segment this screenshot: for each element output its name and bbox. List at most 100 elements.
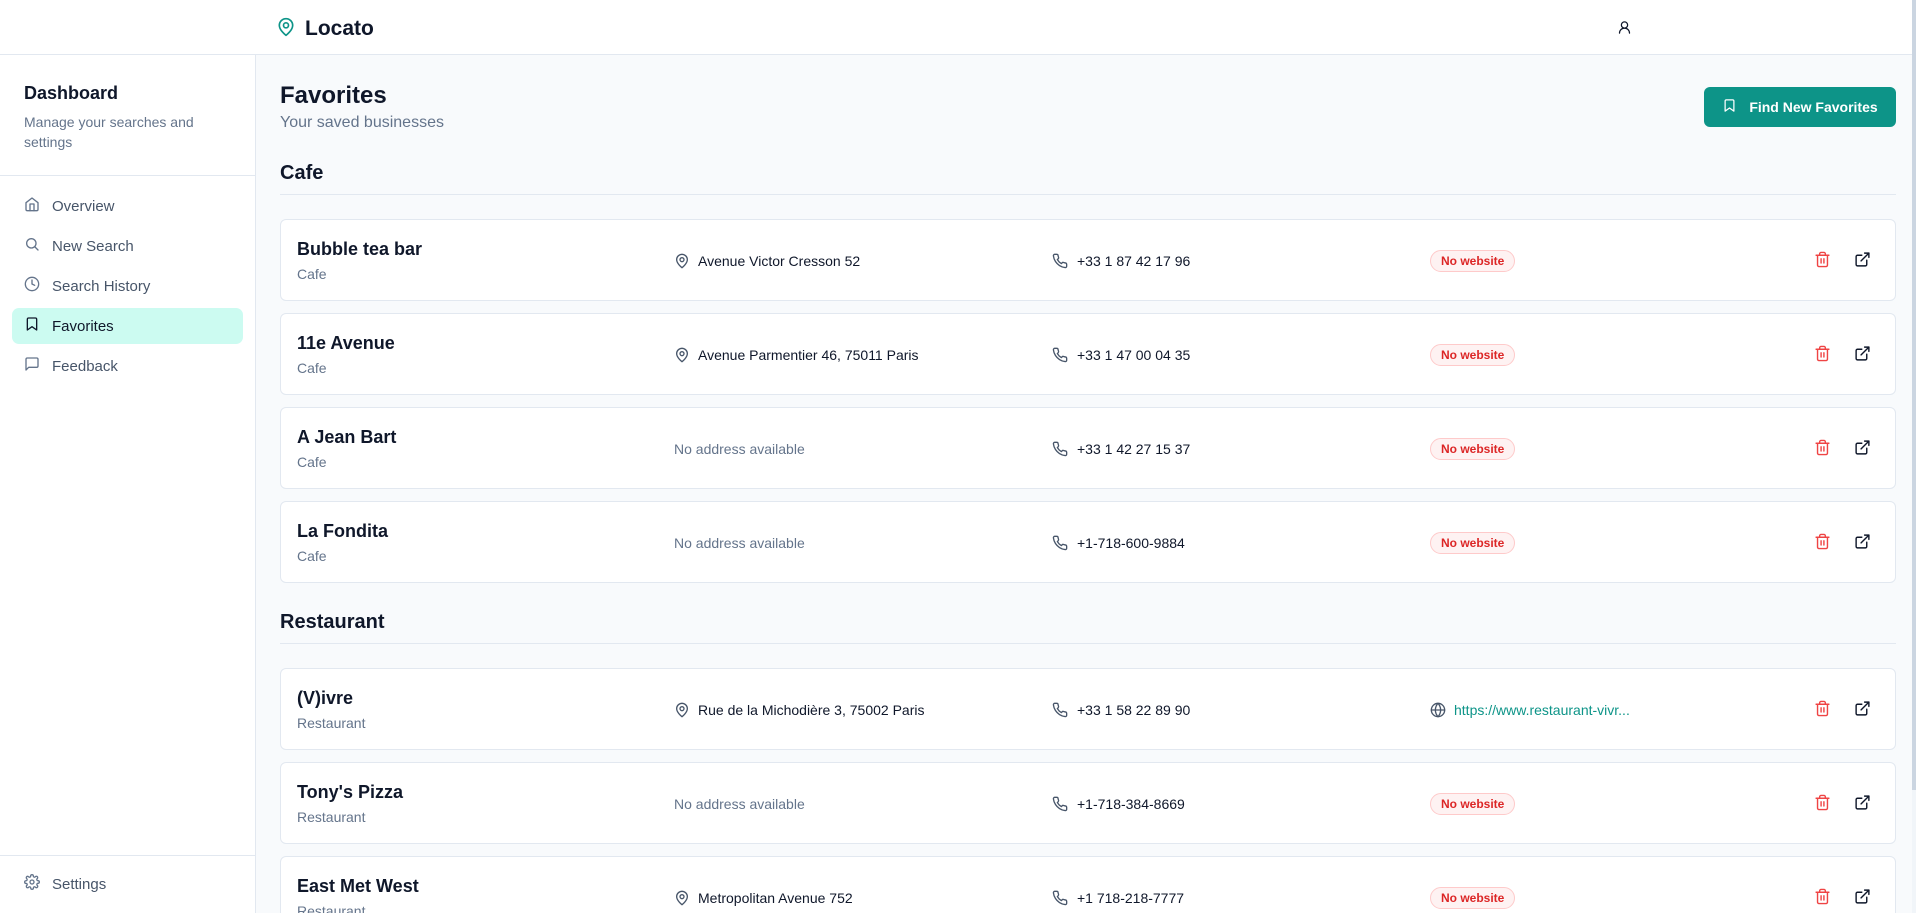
business-phone: +33 1 42 27 15 37 bbox=[1052, 440, 1190, 458]
user-menu-button[interactable] bbox=[1612, 18, 1636, 42]
search-icon bbox=[24, 236, 40, 256]
business-category: Restaurant bbox=[297, 715, 366, 731]
sidebar-subtitle: Manage your searches and settings bbox=[24, 114, 194, 150]
business-address: No address available bbox=[674, 796, 805, 812]
page-scrollbar-thumb[interactable] bbox=[1912, 0, 1916, 790]
sidebar-footer: Settings bbox=[0, 855, 255, 913]
favorite-card: 11e Avenue Cafe Avenue Parmentier 46, 7501… bbox=[280, 313, 1896, 395]
favorite-card: East Met West Restaurant Metropolitan Aven… bbox=[280, 856, 1896, 913]
favorite-card: Bubble tea bar Cafe Avenue Victor Cresson … bbox=[280, 219, 1896, 301]
map-pin-logo-icon bbox=[276, 16, 296, 43]
sidebar-item-label: New Search bbox=[52, 237, 134, 255]
delete-favorite-button[interactable] bbox=[1814, 700, 1832, 718]
phone-text: +33 1 42 27 15 37 bbox=[1077, 441, 1191, 457]
sidebar-nav: Overview New Search Search History Favor… bbox=[0, 176, 255, 400]
address-text: Rue de la Michodière 3, 75002 Paris bbox=[698, 702, 925, 718]
external-link-icon bbox=[1854, 533, 1871, 550]
sidebar-item-feedback[interactable]: Feedback bbox=[12, 348, 243, 384]
phone-icon bbox=[1052, 702, 1068, 718]
business-name: La Fondita bbox=[297, 521, 388, 541]
address-text: Avenue Parmentier 46, 75011 Paris bbox=[698, 347, 919, 363]
open-external-button[interactable] bbox=[1854, 345, 1872, 363]
sidebar-item-label: Feedback bbox=[52, 357, 118, 375]
find-new-favorites-button[interactable]: Find New Favorites bbox=[1704, 87, 1896, 127]
trash-icon bbox=[1814, 251, 1831, 268]
brand[interactable]: Locato bbox=[276, 16, 374, 42]
external-link-icon bbox=[1854, 439, 1871, 456]
open-external-button[interactable] bbox=[1854, 794, 1872, 812]
business-phone: +1-718-600-9884 bbox=[1052, 534, 1185, 552]
business-name: East Met West bbox=[297, 876, 419, 896]
open-external-button[interactable] bbox=[1854, 251, 1872, 269]
address-text: Metropolitan Avenue 752 bbox=[698, 890, 853, 906]
trash-icon bbox=[1814, 439, 1831, 456]
sidebar-item-settings[interactable]: Settings bbox=[12, 866, 243, 902]
globe-icon bbox=[1430, 702, 1446, 718]
phone-icon bbox=[1052, 441, 1068, 457]
app-name: Locato bbox=[305, 17, 374, 40]
website-text[interactable]: https://www.restaurant-vivr... bbox=[1454, 702, 1630, 718]
business-category: Cafe bbox=[297, 548, 327, 564]
business-phone: +1-718-384-8669 bbox=[1052, 795, 1185, 813]
open-external-button[interactable] bbox=[1854, 700, 1872, 718]
delete-favorite-button[interactable] bbox=[1814, 251, 1832, 269]
no-website-badge: No website bbox=[1430, 438, 1516, 460]
favorite-card: (V)ivre Restaurant Rue de la Michodière 3,… bbox=[280, 668, 1896, 750]
business-category: Cafe bbox=[297, 454, 327, 470]
phone-icon bbox=[1052, 890, 1068, 906]
sidebar-item-new-search[interactable]: New Search bbox=[12, 228, 243, 264]
trash-icon bbox=[1814, 794, 1831, 811]
phone-icon bbox=[1052, 253, 1068, 269]
bookmark-icon bbox=[1722, 98, 1737, 116]
phone-text: +33 1 47 00 04 35 bbox=[1077, 347, 1191, 363]
phone-text: +1-718-384-8669 bbox=[1077, 796, 1185, 812]
delete-favorite-button[interactable] bbox=[1814, 794, 1832, 812]
phone-icon bbox=[1052, 796, 1068, 812]
external-link-icon bbox=[1854, 888, 1871, 905]
open-external-button[interactable] bbox=[1854, 439, 1872, 457]
business-phone: +1 718-218-7777 bbox=[1052, 889, 1184, 907]
clock-icon bbox=[24, 276, 40, 296]
business-address: Metropolitan Avenue 752 bbox=[674, 889, 853, 907]
business-name: Tony's Pizza bbox=[297, 782, 403, 802]
map-pin-icon bbox=[674, 890, 690, 906]
external-link-icon bbox=[1854, 794, 1871, 811]
sidebar-item-label: Search History bbox=[52, 277, 151, 295]
open-external-button[interactable] bbox=[1854, 533, 1872, 551]
page-subtitle: Your saved businesses bbox=[280, 114, 444, 131]
business-name: A Jean Bart bbox=[297, 427, 397, 447]
favorite-card: La Fondita Cafe No address available +1-718… bbox=[280, 501, 1896, 583]
sidebar-item-search-history[interactable]: Search History bbox=[12, 268, 243, 304]
sidebar-item-favorites[interactable]: Favorites bbox=[12, 308, 243, 344]
open-external-button[interactable] bbox=[1854, 888, 1872, 906]
page-scrollbar[interactable] bbox=[1912, 0, 1916, 913]
favorite-card: A Jean Bart Cafe No address available +33 1… bbox=[280, 407, 1896, 489]
business-address: Avenue Victor Cresson 52 bbox=[674, 252, 860, 270]
map-pin-icon bbox=[674, 253, 690, 269]
external-link-icon bbox=[1854, 700, 1871, 717]
trash-icon bbox=[1814, 533, 1831, 550]
no-website-badge: No website bbox=[1430, 344, 1516, 366]
business-name: Bubble tea bar bbox=[297, 239, 423, 259]
section-title: Cafe bbox=[280, 162, 1896, 195]
delete-favorite-button[interactable] bbox=[1814, 345, 1832, 363]
business-category: Cafe bbox=[297, 266, 327, 282]
favorite-card: Tony's Pizza Restaurant No address availab… bbox=[280, 762, 1896, 844]
sidebar-item-label: Settings bbox=[52, 875, 107, 893]
sidebar-item-label: Favorites bbox=[52, 317, 114, 335]
map-pin-icon bbox=[674, 347, 690, 363]
message-icon bbox=[24, 356, 40, 376]
business-name: (V)ivre bbox=[297, 688, 354, 708]
business-address: Rue de la Michodière 3, 75002 Paris bbox=[674, 701, 924, 719]
business-address: No address available bbox=[674, 441, 805, 457]
address-text: Avenue Victor Cresson 52 bbox=[698, 253, 861, 269]
business-website-link[interactable]: https://www.restaurant-vivr... bbox=[1430, 700, 1630, 720]
delete-favorite-button[interactable] bbox=[1814, 533, 1832, 551]
external-link-icon bbox=[1854, 251, 1871, 268]
section-title: Restaurant bbox=[280, 611, 1896, 644]
delete-favorite-button[interactable] bbox=[1814, 888, 1832, 906]
delete-favorite-button[interactable] bbox=[1814, 439, 1832, 457]
sidebar-item-overview[interactable]: Overview bbox=[12, 188, 243, 224]
phone-text: +33 1 87 42 17 96 bbox=[1077, 253, 1191, 269]
no-website-badge: No website bbox=[1430, 532, 1516, 554]
